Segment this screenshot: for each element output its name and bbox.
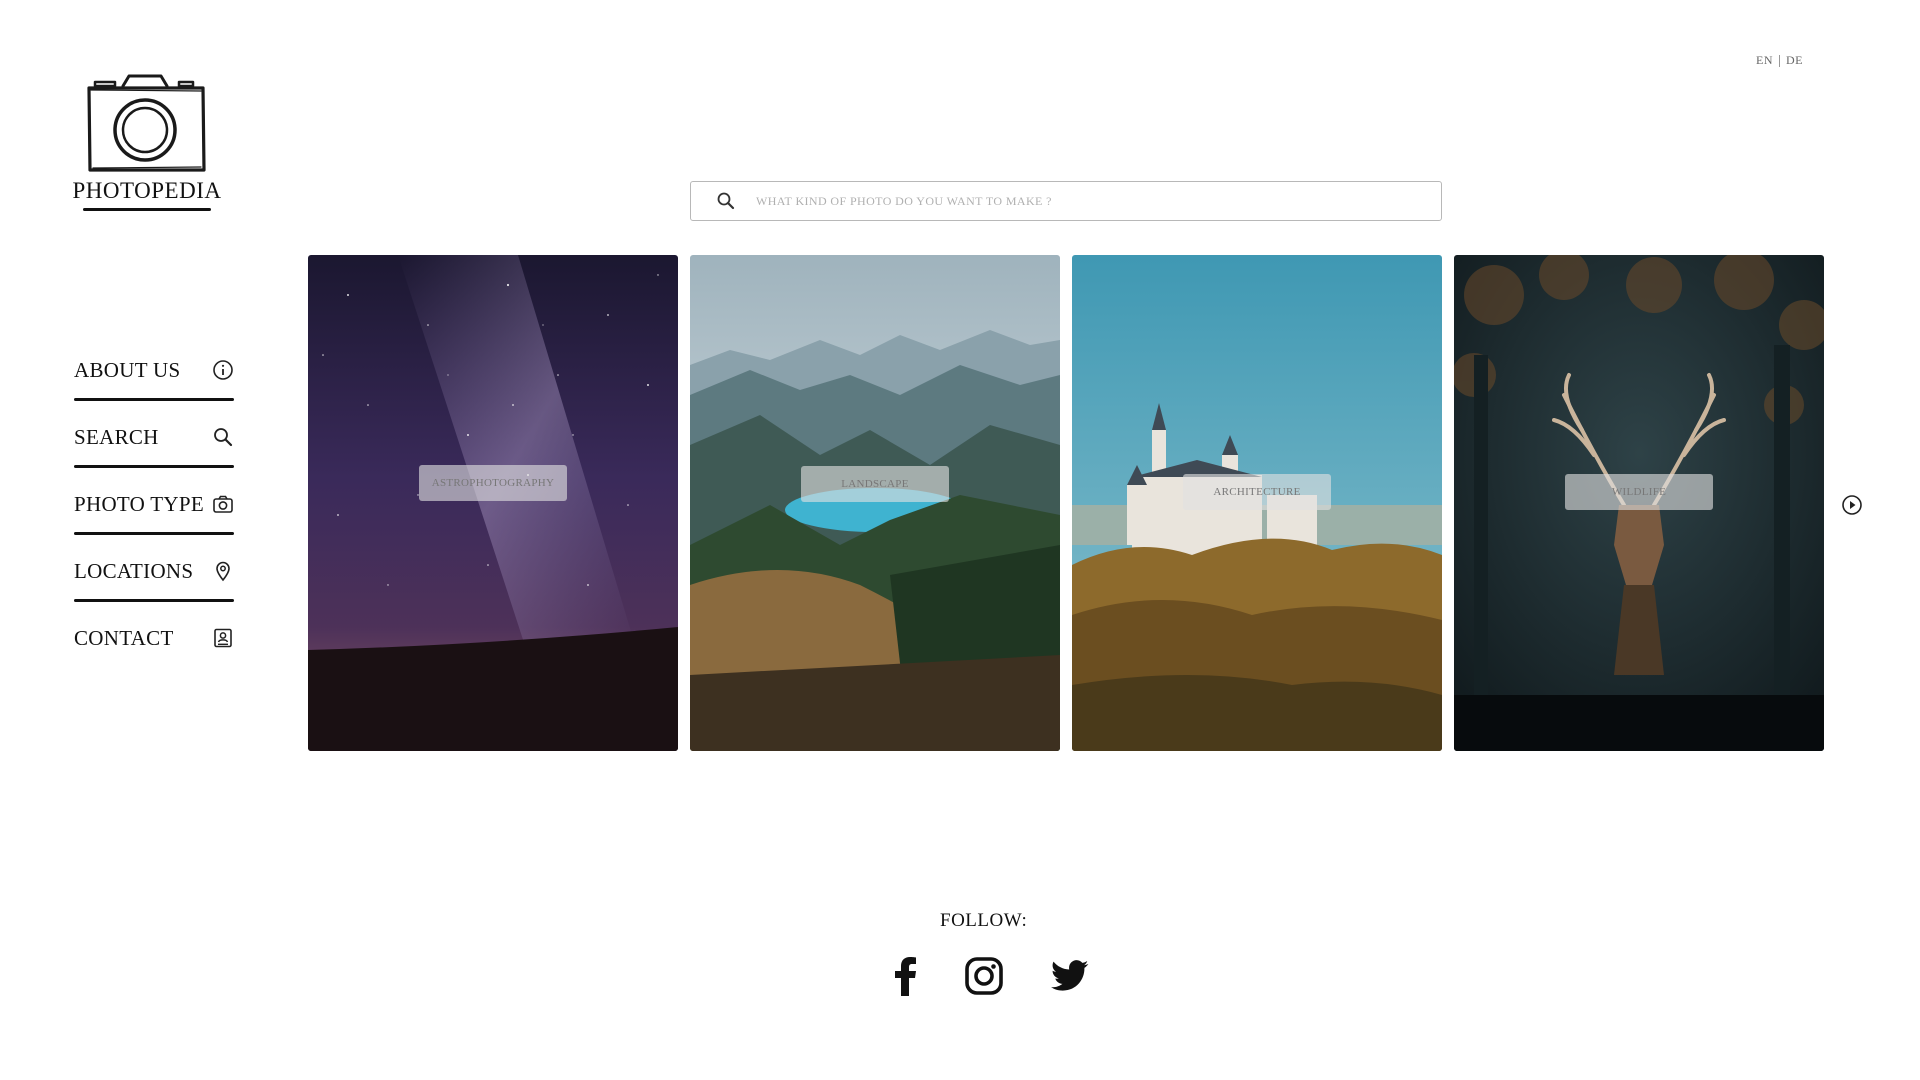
- search-icon[interactable]: [716, 191, 736, 211]
- lang-divider: [1779, 54, 1780, 67]
- landscape-image: [690, 255, 1060, 751]
- category-card-wildlife[interactable]: WILDLIFE: [1454, 255, 1824, 751]
- lang-en-link[interactable]: EN: [1756, 53, 1773, 68]
- location-pin-icon: [212, 560, 234, 582]
- nav-item-about-us[interactable]: ABOUT US: [74, 346, 234, 394]
- nav-item-locations[interactable]: LOCATIONS: [74, 547, 234, 595]
- facebook-icon[interactable]: [885, 956, 925, 996]
- logo-text: PHOTOPEDIA: [72, 178, 222, 203]
- category-label: WILDLIFE: [1565, 474, 1713, 510]
- sidebar-nav: ABOUT US SEARCH PHOTO TYPE LOCATIONS CON…: [74, 346, 234, 662]
- nav-divider: [74, 532, 234, 535]
- category-carousel: ASTROPHOTOGRAPHY LANDSCAPE ARCHITECTURE …: [308, 255, 1824, 751]
- search-icon: [212, 426, 234, 448]
- category-card-astrophotography[interactable]: ASTROPHOTOGRAPHY: [308, 255, 678, 751]
- category-label: ASTROPHOTOGRAPHY: [419, 465, 567, 501]
- nav-item-label: CONTACT: [74, 625, 174, 650]
- nav-divider: [74, 465, 234, 468]
- nav-divider: [74, 398, 234, 401]
- camera-logo-icon: [87, 74, 206, 172]
- language-switcher: EN DE: [1756, 53, 1803, 68]
- logo-underline: [83, 208, 211, 211]
- lang-de-link[interactable]: DE: [1786, 53, 1803, 68]
- page: EN DE PHOTOPEDIA ABOUT US SEARCH PHOTO T…: [0, 0, 1920, 1080]
- astrophotography-image: [308, 255, 678, 751]
- nav-item-label: ABOUT US: [74, 357, 181, 382]
- category-label: ARCHITECTURE: [1183, 474, 1331, 510]
- nav-item-label: SEARCH: [74, 424, 159, 449]
- info-icon: [212, 359, 234, 381]
- carousel-next-icon[interactable]: [1841, 494, 1863, 516]
- instagram-icon[interactable]: [964, 956, 1004, 996]
- nav-item-label: LOCATIONS: [74, 558, 194, 583]
- logo[interactable]: PHOTOPEDIA: [72, 72, 222, 211]
- nav-item-label: PHOTO TYPE: [74, 491, 204, 516]
- nav-item-search[interactable]: SEARCH: [74, 413, 234, 461]
- contact-card-icon: [212, 627, 234, 649]
- nav-item-photo-type[interactable]: PHOTO TYPE: [74, 480, 234, 528]
- category-label: LANDSCAPE: [801, 466, 949, 502]
- search-bar: [690, 181, 1442, 221]
- nav-item-contact[interactable]: CONTACT: [74, 614, 234, 662]
- nav-divider: [74, 599, 234, 602]
- twitter-icon[interactable]: [1050, 956, 1090, 996]
- search-input[interactable]: [754, 192, 1441, 210]
- category-card-landscape[interactable]: LANDSCAPE: [690, 255, 1060, 751]
- camera-icon: [212, 493, 234, 515]
- category-card-architecture[interactable]: ARCHITECTURE: [1072, 255, 1442, 751]
- follow-label: FOLLOW:: [940, 910, 1028, 931]
